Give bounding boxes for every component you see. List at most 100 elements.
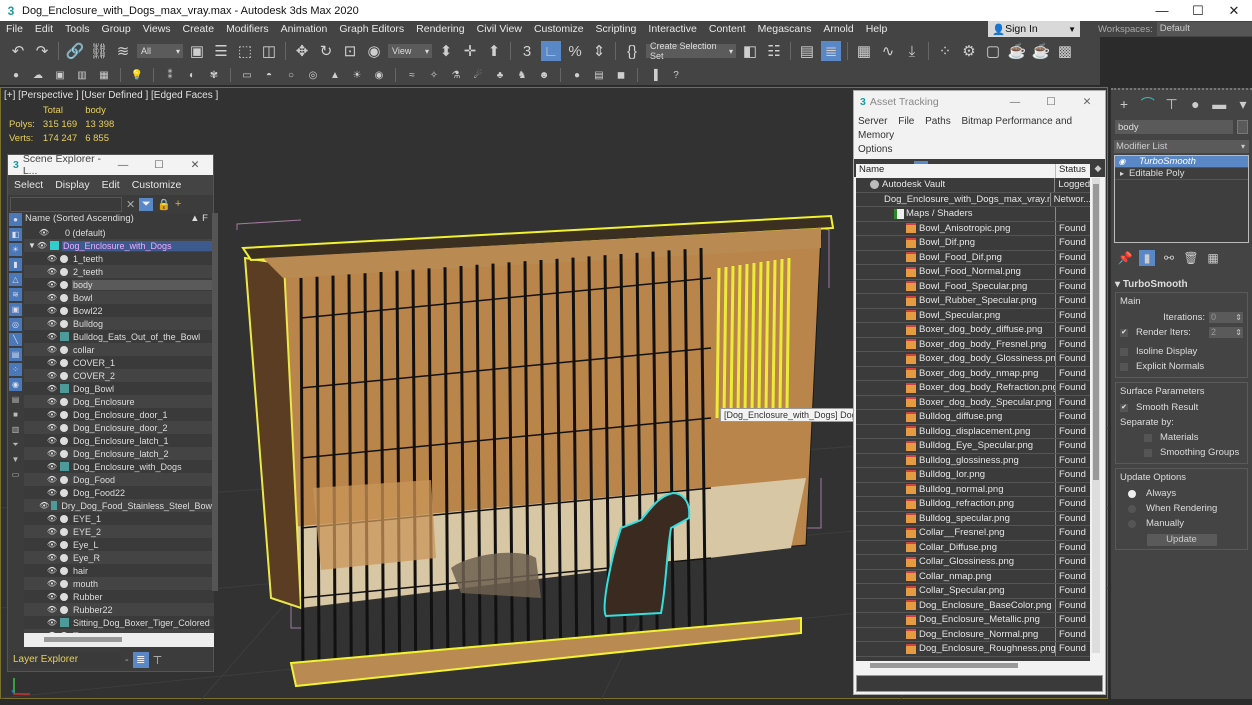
expand-arrow-icon[interactable]: ▼ (28, 241, 36, 250)
asset-row[interactable]: Dog_Enclosure_Metallic.png Found (856, 613, 1090, 628)
select-object-icon[interactable]: ▣ (187, 41, 207, 61)
scene-object-row[interactable]: 👁 Dog_Enclosure_latch_1 (24, 434, 214, 447)
angle-snap-icon[interactable]: ∟ (541, 41, 561, 61)
menu-scripting[interactable]: Scripting (590, 23, 643, 35)
environment-fog-icon[interactable]: ☄ (470, 67, 486, 83)
scene-object-row[interactable]: 👁 Dog_Food22 (24, 486, 214, 499)
render-setup-icon[interactable]: ⚙ (959, 41, 979, 61)
list-icon[interactable]: ▥ (74, 67, 90, 83)
display-none-icon[interactable]: ■ (9, 408, 22, 421)
scene-object-row[interactable]: 👁 Bulldog_Eats_Out_of_the_Bowl (24, 330, 214, 343)
eye-icon[interactable]: 👁 (46, 358, 58, 367)
redo-icon[interactable]: ↷ (32, 41, 52, 61)
menu-tools[interactable]: Tools (59, 23, 96, 35)
menu-rendering[interactable]: Rendering (410, 23, 470, 35)
iterations-spinner[interactable]: 0 (1209, 312, 1243, 323)
align-icon[interactable]: ☷ (764, 41, 784, 61)
eye-icon[interactable]: 👁 (46, 514, 58, 523)
character-icon[interactable]: ☻ (536, 67, 552, 83)
layer-explorer-icon[interactable]: ≣ (132, 652, 149, 668)
menu-interactive[interactable]: Interactive (642, 23, 702, 35)
object-color-swatch[interactable] (1237, 120, 1248, 134)
workspaces-dropdown[interactable]: Default (1156, 22, 1252, 36)
eye-icon[interactable]: 👁 (46, 280, 58, 289)
eye-icon[interactable]: 👁 (46, 475, 58, 484)
groups-filter-icon[interactable]: ▣ (9, 303, 22, 316)
asset-row[interactable]: Bowl_Food_Dif.png Found (856, 250, 1090, 265)
isoline-display-checkbox[interactable] (1120, 347, 1128, 356)
minimize-icon[interactable]: — (997, 96, 1033, 108)
selection-filter-dropdown[interactable]: All (137, 44, 183, 58)
smoothing-groups-checkbox[interactable] (1144, 448, 1152, 457)
name-column-header[interactable]: Name (Sorted Ascending) ▲ F (24, 213, 214, 226)
status-column-header[interactable]: Status (1056, 164, 1086, 178)
eye-icon[interactable]: 👁 (39, 501, 49, 510)
asset-row[interactable]: Collar_Diffuse.png Found (856, 540, 1090, 555)
eye-icon[interactable]: 👁 (46, 293, 58, 302)
menu-views[interactable]: Views (137, 23, 177, 35)
modify-tab-icon[interactable]: ⌒ (1139, 95, 1157, 113)
material-sphere-icon[interactable]: ● (569, 67, 585, 83)
vray-icon[interactable]: ◼ (613, 67, 629, 83)
helpers-filter-icon[interactable]: △ (9, 273, 22, 286)
render-iters-checkbox[interactable]: ✔ (1120, 328, 1128, 337)
at-menu-bitmap-performance[interactable]: Bitmap Performance and Memory (858, 116, 1072, 141)
unlink-icon[interactable]: ⛓ (89, 41, 109, 61)
bind-space-warp-icon[interactable]: ≋ (113, 41, 133, 61)
stats-icon[interactable]: ▐ (646, 67, 662, 83)
decal-icon[interactable]: ✧ (426, 67, 442, 83)
asset-table-vertical-scrollbar[interactable] (1092, 178, 1100, 653)
menu-content[interactable]: Content (703, 23, 752, 35)
asset-row[interactable]: Collar_nmap.png Found (856, 569, 1090, 584)
minimize-icon[interactable]: — (1144, 0, 1180, 21)
eye-icon[interactable]: 👁 (46, 332, 58, 341)
filter-funnel-icon[interactable]: ▼ (9, 453, 22, 466)
scene-object-row[interactable]: 👁 Dog_Enclosure_door_1 (24, 408, 214, 421)
eye-icon[interactable]: 👁 (46, 319, 58, 328)
object-name-input[interactable] (1115, 120, 1233, 134)
explorer-type-dropdown[interactable]: Layer Explorer (11, 652, 121, 668)
asset-row[interactable]: Bulldog_glossiness.png Found (856, 453, 1090, 468)
utilities-tab-icon[interactable]: ▾ (1234, 95, 1252, 113)
smooth-result-checkbox[interactable]: ✔ (1120, 403, 1128, 412)
always-radio[interactable] (1128, 489, 1136, 498)
table-icon[interactable]: ▦ (96, 67, 112, 83)
filter-settings-icon[interactable]: ⏷ (9, 438, 22, 451)
scene-object-row[interactable]: 👁 Bowl (24, 291, 214, 304)
eye-icon[interactable]: 👁 (46, 254, 58, 263)
asset-row[interactable]: Dog_Enclosure_with_Dogs_max_vray.max Netw… (856, 192, 1090, 207)
toggle-layer-explorer-icon[interactable]: ≣ (821, 41, 841, 61)
asset-row[interactable]: Bowl_Food_Specular.png Found (856, 279, 1090, 294)
eye-icon[interactable]: 👁 (46, 579, 58, 588)
sign-in-dropdown[interactable]: 👤 Sign In ▼ (988, 21, 1080, 37)
ies-light-icon[interactable]: ▲ (327, 67, 343, 83)
manually-radio[interactable] (1128, 519, 1136, 528)
cloud-icon[interactable]: ☁ (30, 67, 46, 83)
scene-object-row[interactable]: 👁 COVER_2 (24, 369, 214, 382)
teapot-icon[interactable]: ● (8, 67, 24, 83)
asset-row[interactable]: Autodesk Vault Logged (856, 178, 1090, 193)
asset-row[interactable]: Boxer_dog_body_Fresnel.png Found (856, 337, 1090, 352)
eye-icon[interactable]: 👁 (46, 462, 58, 471)
at-menu-server[interactable]: Server (858, 116, 887, 127)
mirror-icon[interactable]: ◧ (740, 41, 760, 61)
scene-object-row[interactable]: 👁 Rubber (24, 590, 214, 603)
scene-object-row[interactable]: 👁 Bowl22 (24, 304, 214, 317)
eye-icon[interactable]: 👁 (46, 371, 58, 380)
eye-icon[interactable]: 👁 (46, 267, 58, 276)
explicit-normals-checkbox[interactable] (1120, 362, 1128, 371)
scene-object-row[interactable]: 👁 collar (24, 343, 214, 356)
menu-file[interactable]: File (0, 23, 29, 35)
reference-coord-dropdown[interactable]: View (388, 44, 432, 58)
asset-row[interactable]: Bulldog_normal.png Found (856, 482, 1090, 497)
modifier-stack-item[interactable]: ◉ TurboSmooth (1115, 156, 1248, 168)
search-input[interactable] (10, 196, 122, 212)
eye-icon[interactable]: 👁 (46, 527, 58, 536)
at-menu-paths[interactable]: Paths (925, 116, 951, 127)
move-icon[interactable]: ✥ (292, 41, 312, 61)
scene-object-row[interactable]: 👁 EYE_1 (24, 512, 214, 525)
edit-named-selection-icon[interactable]: {} (622, 41, 642, 61)
scene-object-row[interactable]: 👁 Dog_Enclosure (24, 395, 214, 408)
make-unique-icon[interactable]: ⚯ (1161, 250, 1177, 266)
scene-object-row[interactable]: 👁 Dog_Enclosure_latch_2 (24, 447, 214, 460)
